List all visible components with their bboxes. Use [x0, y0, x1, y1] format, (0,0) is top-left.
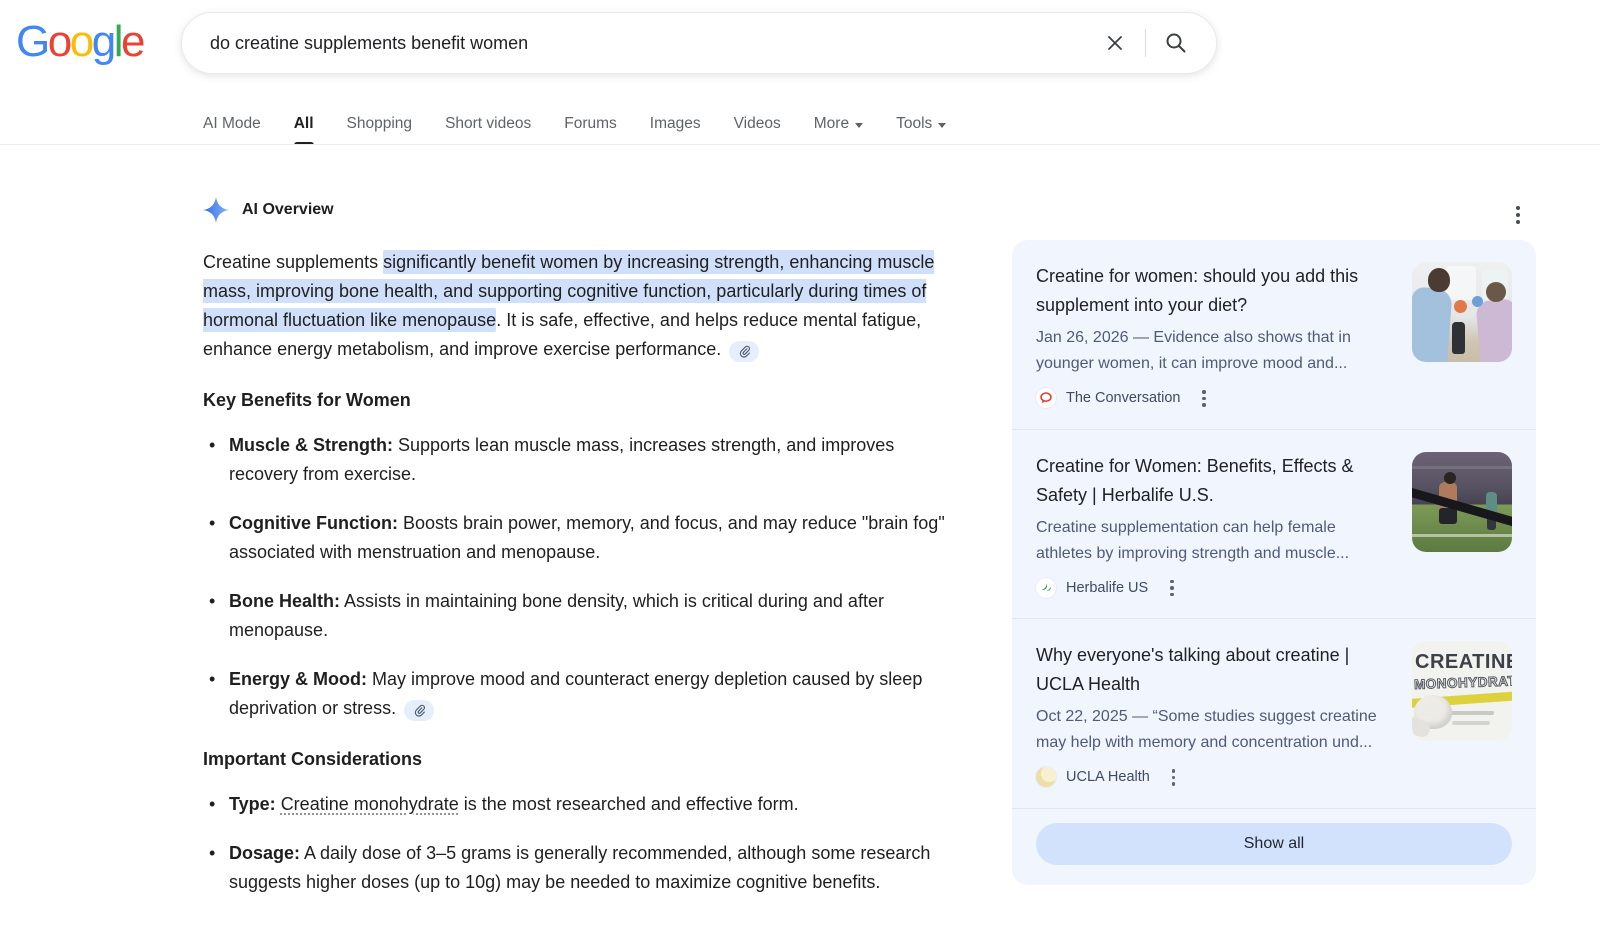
bullet-label: Muscle & Strength: [229, 435, 393, 455]
tab-short-videos[interactable]: Short videos [445, 103, 531, 145]
bullet-label: Type: [229, 794, 276, 814]
section-heading: Important Considerations [203, 749, 960, 770]
ai-overview-section: AI Overview Creatine supplements signifi… [203, 196, 960, 897]
tab-label: All [294, 115, 314, 133]
logo-letter: g [92, 16, 114, 68]
logo-letter: e [121, 16, 143, 68]
header-divider [0, 144, 1600, 145]
source-row: The Conversation [1036, 388, 1392, 409]
card-thumbnail[interactable] [1412, 262, 1512, 362]
tab-videos[interactable]: Videos [734, 103, 781, 145]
paragraph-text: Creatine supplements [203, 252, 383, 272]
card-menu-button[interactable] [1170, 767, 1178, 788]
tab-images[interactable]: Images [650, 103, 701, 145]
card-title[interactable]: Creatine for women: should you add this … [1036, 262, 1392, 320]
tab-label: Images [650, 115, 701, 133]
section-heading: Key Benefits for Women [203, 390, 960, 411]
logo-letter: G [16, 16, 48, 68]
tab-label: Forums [564, 115, 617, 133]
card-title[interactable]: Why everyone's talking about creatine | … [1036, 641, 1392, 699]
bullet-label: Energy & Mood: [229, 669, 367, 689]
considerations-list: Type: Creatine monohydrate is the most r… [203, 790, 960, 897]
bullet-text: is the most researched and effective for… [459, 794, 799, 814]
ucla-health-favicon [1036, 767, 1056, 787]
tab-label: Tools [896, 115, 932, 133]
source-name[interactable]: UCLA Health [1066, 769, 1150, 785]
card-title[interactable]: Creatine for Women: Benefits, Effects & … [1036, 452, 1392, 510]
benefits-list: Muscle & Strength: Supports lean muscle … [203, 431, 960, 723]
card-text: Why everyone's talking about creatine | … [1036, 641, 1392, 788]
ai-sparkle-icon [203, 197, 229, 223]
show-all-container: Show all [1012, 808, 1536, 885]
results-nav: AI Mode All Shopping Short videos Forums… [203, 103, 946, 145]
list-item: Energy & Mood: May improve mood and coun… [203, 665, 960, 723]
search-bar[interactable] [181, 12, 1217, 74]
card-snippet: Jan 26, 2026 — Evidence also shows that … [1036, 325, 1392, 377]
tab-label: More [814, 115, 849, 133]
ai-overview-paragraph: Creatine supplements significantly benef… [203, 248, 960, 364]
the-conversation-favicon [1036, 388, 1056, 408]
bullet-label: Cognitive Function: [229, 513, 398, 533]
ai-overview-menu-button[interactable] [1512, 202, 1524, 228]
creatine-monohydrate-link[interactable]: Creatine monohydrate [281, 794, 459, 814]
sources-panel: Creatine for women: should you add this … [1012, 240, 1536, 885]
list-item: Dosage: A daily dose of 3–5 grams is gen… [203, 839, 960, 897]
herbalife-favicon [1036, 578, 1056, 598]
thumbnail-label-text: CREATINE [1415, 651, 1512, 674]
logo-letter: l [114, 16, 121, 68]
list-item: Muscle & Strength: Supports lean muscle … [203, 431, 960, 489]
tab-all[interactable]: All [294, 103, 314, 145]
tab-ai-mode[interactable]: AI Mode [203, 103, 261, 145]
show-all-button[interactable]: Show all [1036, 823, 1512, 865]
card-snippet: Creatine supplementation can help female… [1036, 515, 1392, 567]
tab-label: Videos [734, 115, 781, 133]
ai-overview-title: AI Overview [242, 201, 334, 219]
source-card[interactable]: Creatine for Women: Benefits, Effects & … [1012, 429, 1536, 619]
card-thumbnail[interactable]: CREATINE MONOHYDRATE [1412, 641, 1512, 741]
list-item: Type: Creatine monohydrate is the most r… [203, 790, 960, 819]
bullet-label: Bone Health: [229, 591, 340, 611]
thumbnail-label-text: MONOHYDRATE [1414, 673, 1512, 692]
card-snippet: Oct 22, 2025 — “Some studies suggest cre… [1036, 704, 1392, 756]
card-text: Creatine for women: should you add this … [1036, 262, 1392, 409]
tab-more[interactable]: More [814, 103, 863, 145]
tab-label: AI Mode [203, 115, 261, 133]
card-menu-button[interactable] [1168, 578, 1176, 599]
clear-search-icon[interactable] [1095, 23, 1135, 63]
source-row: UCLA Health [1036, 767, 1392, 788]
list-item: Cognitive Function: Boosts brain power, … [203, 509, 960, 567]
tab-label: Shopping [347, 115, 413, 133]
search-input[interactable] [208, 32, 1095, 55]
source-name[interactable]: The Conversation [1066, 390, 1180, 406]
chevron-down-icon [855, 123, 863, 128]
tab-shopping[interactable]: Shopping [347, 103, 413, 145]
citation-link-icon[interactable] [729, 341, 759, 362]
tab-forums[interactable]: Forums [564, 103, 617, 145]
bullet-text: A daily dose of 3–5 grams is generally r… [229, 843, 930, 892]
logo-letter: o [48, 16, 70, 68]
citation-link-icon[interactable] [404, 700, 434, 721]
source-name[interactable]: Herbalife US [1066, 580, 1148, 596]
google-logo[interactable]: Google [16, 16, 143, 68]
card-menu-button[interactable] [1200, 388, 1208, 409]
source-card[interactable]: Creatine for women: should you add this … [1012, 240, 1536, 429]
list-item: Bone Health: Assists in maintaining bone… [203, 587, 960, 645]
ai-overview-header: AI Overview [203, 196, 960, 224]
card-text: Creatine for Women: Benefits, Effects & … [1036, 452, 1392, 599]
chevron-down-icon [938, 123, 946, 128]
logo-letter: o [70, 16, 92, 68]
tab-label: Short videos [445, 115, 531, 133]
tab-tools[interactable]: Tools [896, 103, 946, 145]
source-card[interactable]: Why everyone's talking about creatine | … [1012, 618, 1536, 808]
searchbar-divider [1145, 29, 1146, 57]
source-row: Herbalife US [1036, 578, 1392, 599]
search-icon[interactable] [1156, 23, 1196, 63]
bullet-label: Dosage: [229, 843, 300, 863]
card-thumbnail[interactable] [1412, 452, 1512, 552]
